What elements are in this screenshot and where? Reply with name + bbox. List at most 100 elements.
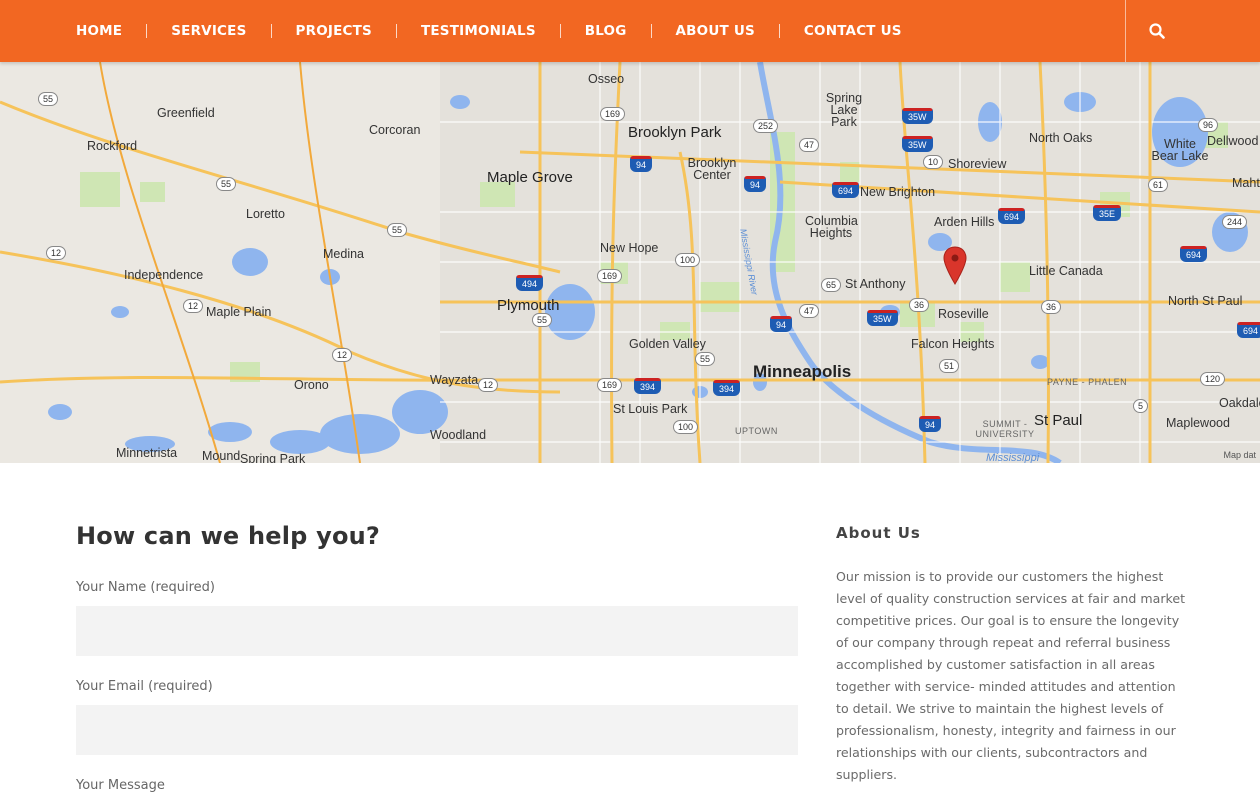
map-label: New Hope	[600, 241, 659, 255]
nav-divider	[146, 24, 148, 38]
map-label: Mound	[202, 449, 241, 463]
search-icon	[1149, 23, 1165, 39]
interstate-shield: 94	[919, 416, 942, 432]
highway-shield: 100	[673, 420, 699, 434]
map-label: Roseville	[938, 307, 989, 321]
highway-shield: 169	[597, 378, 623, 392]
name-field[interactable]	[76, 606, 798, 656]
map-label: Mahto	[1232, 176, 1260, 190]
highway-shield: 12	[183, 299, 204, 313]
map-label: Orono	[294, 378, 329, 392]
location-map[interactable]: Greenfield Rockford Corcoran Osseo Brook…	[0, 62, 1260, 463]
nav-search-divider	[1125, 0, 1126, 62]
highway-shield: 61	[1148, 178, 1169, 192]
map-label: Loretto	[246, 207, 285, 221]
map-label: Columbia Heights	[805, 214, 858, 240]
interstate-shield: 694	[998, 208, 1026, 224]
email-field[interactable]	[76, 705, 798, 755]
message-field-label: Your Message	[76, 778, 165, 793]
form-heading: How can we help you?	[76, 522, 381, 550]
map-label: St Louis Park	[613, 402, 688, 416]
top-navigation: HOME SERVICES PROJECTS TESTIMONIALS BLOG…	[0, 0, 1260, 62]
highway-shield: 96	[1198, 118, 1219, 132]
highway-shield: 12	[46, 246, 67, 260]
highway-shield: 55	[216, 177, 237, 191]
map-credit[interactable]: Map dat	[1223, 450, 1256, 460]
map-label: Brooklyn Park	[628, 124, 722, 141]
map-label: Golden Valley	[629, 337, 706, 351]
interstate-shield: 694	[1180, 246, 1208, 262]
highway-shield: 169	[597, 269, 623, 283]
highway-shield: 47	[799, 304, 820, 318]
highway-shield: 12	[332, 348, 353, 362]
nav-divider	[559, 24, 561, 38]
interstate-shield: 394	[713, 380, 741, 396]
highway-shield: 12	[478, 378, 499, 392]
map-label: Minneapolis	[753, 362, 852, 381]
highway-shield: 169	[600, 107, 626, 121]
nav-menu: HOME SERVICES PROJECTS TESTIMONIALS BLOG…	[76, 0, 902, 62]
highway-shield: 120	[1200, 372, 1226, 386]
map-label: Woodland	[430, 428, 487, 442]
interstate-shield: 694	[832, 182, 860, 198]
about-title: About Us	[836, 524, 921, 542]
email-field-label: Your Email (required)	[76, 679, 213, 694]
nav-divider	[395, 24, 397, 38]
interstate-shield: 35W	[902, 108, 933, 124]
map-label: North St Paul	[1168, 294, 1243, 308]
highway-shield: 51	[939, 359, 960, 373]
nav-divider	[650, 24, 652, 38]
map-label: SUMMIT - UNIVERSITY	[975, 419, 1035, 439]
highway-shield: 55	[695, 352, 716, 366]
highway-shield: 244	[1222, 215, 1248, 229]
interstate-shield: 94	[770, 316, 793, 332]
map-label: Greenfield	[157, 106, 215, 120]
nav-item-contact-us[interactable]: CONTACT US	[804, 0, 902, 62]
nav-item-projects[interactable]: PROJECTS	[296, 0, 372, 62]
interstate-shield: 35E	[1093, 205, 1122, 221]
nav-divider	[778, 24, 780, 38]
map-label: North Oaks	[1029, 131, 1093, 145]
interstate-shield: 394	[634, 378, 662, 394]
nav-item-about-us[interactable]: ABOUT US	[676, 0, 755, 62]
map-label: White Bear Lake	[1151, 137, 1209, 163]
nav-item-blog[interactable]: BLOG	[585, 0, 627, 62]
map-label: Medina	[323, 247, 364, 261]
map-label: Maplewood	[1166, 416, 1230, 430]
highway-shield: 65	[821, 278, 842, 292]
interstate-shield: 35W	[902, 136, 933, 152]
map-label: New Brighton	[860, 185, 936, 199]
search-button[interactable]	[1146, 20, 1168, 42]
map-label: UPTOWN	[735, 426, 778, 436]
map-label: Maple Plain	[206, 305, 272, 319]
highway-shield: 252	[753, 119, 779, 133]
map-label: Spring Lake Park	[825, 91, 863, 129]
nav-item-testimonials[interactable]: TESTIMONIALS	[421, 0, 536, 62]
map-label: Rockford	[87, 139, 138, 153]
highway-shield: 47	[799, 138, 820, 152]
map-label: Falcon Heights	[911, 337, 995, 351]
nav-item-home[interactable]: HOME	[76, 0, 122, 62]
map-pin-icon[interactable]	[943, 246, 967, 286]
map-label: Dellwood	[1207, 134, 1259, 148]
about-text: Our mission is to provide our customers …	[836, 569, 1186, 782]
map-label: Plymouth	[497, 297, 560, 314]
map-label: St Anthony	[845, 277, 906, 291]
nav-item-services[interactable]: SERVICES	[171, 0, 246, 62]
interstate-shield: 694	[1237, 322, 1260, 338]
map-label: Arden Hills	[934, 215, 995, 229]
nav-divider	[270, 24, 272, 38]
highway-shield: 36	[1041, 300, 1062, 314]
map-label: Independence	[124, 268, 204, 282]
map-label: Corcoran	[369, 123, 421, 137]
map-label: Spring Park	[240, 452, 306, 463]
name-field-label: Your Name (required)	[76, 580, 215, 595]
highway-shield: 100	[675, 253, 701, 267]
map-label: Maple Grove	[487, 169, 573, 186]
interstate-shield: 35W	[867, 310, 898, 326]
interstate-shield: 94	[744, 176, 767, 192]
highway-shield: 10	[923, 155, 944, 169]
interstate-shield: 494	[516, 275, 544, 291]
highway-shield: 55	[532, 313, 553, 327]
map-label: PAYNE - PHALEN	[1047, 377, 1128, 387]
